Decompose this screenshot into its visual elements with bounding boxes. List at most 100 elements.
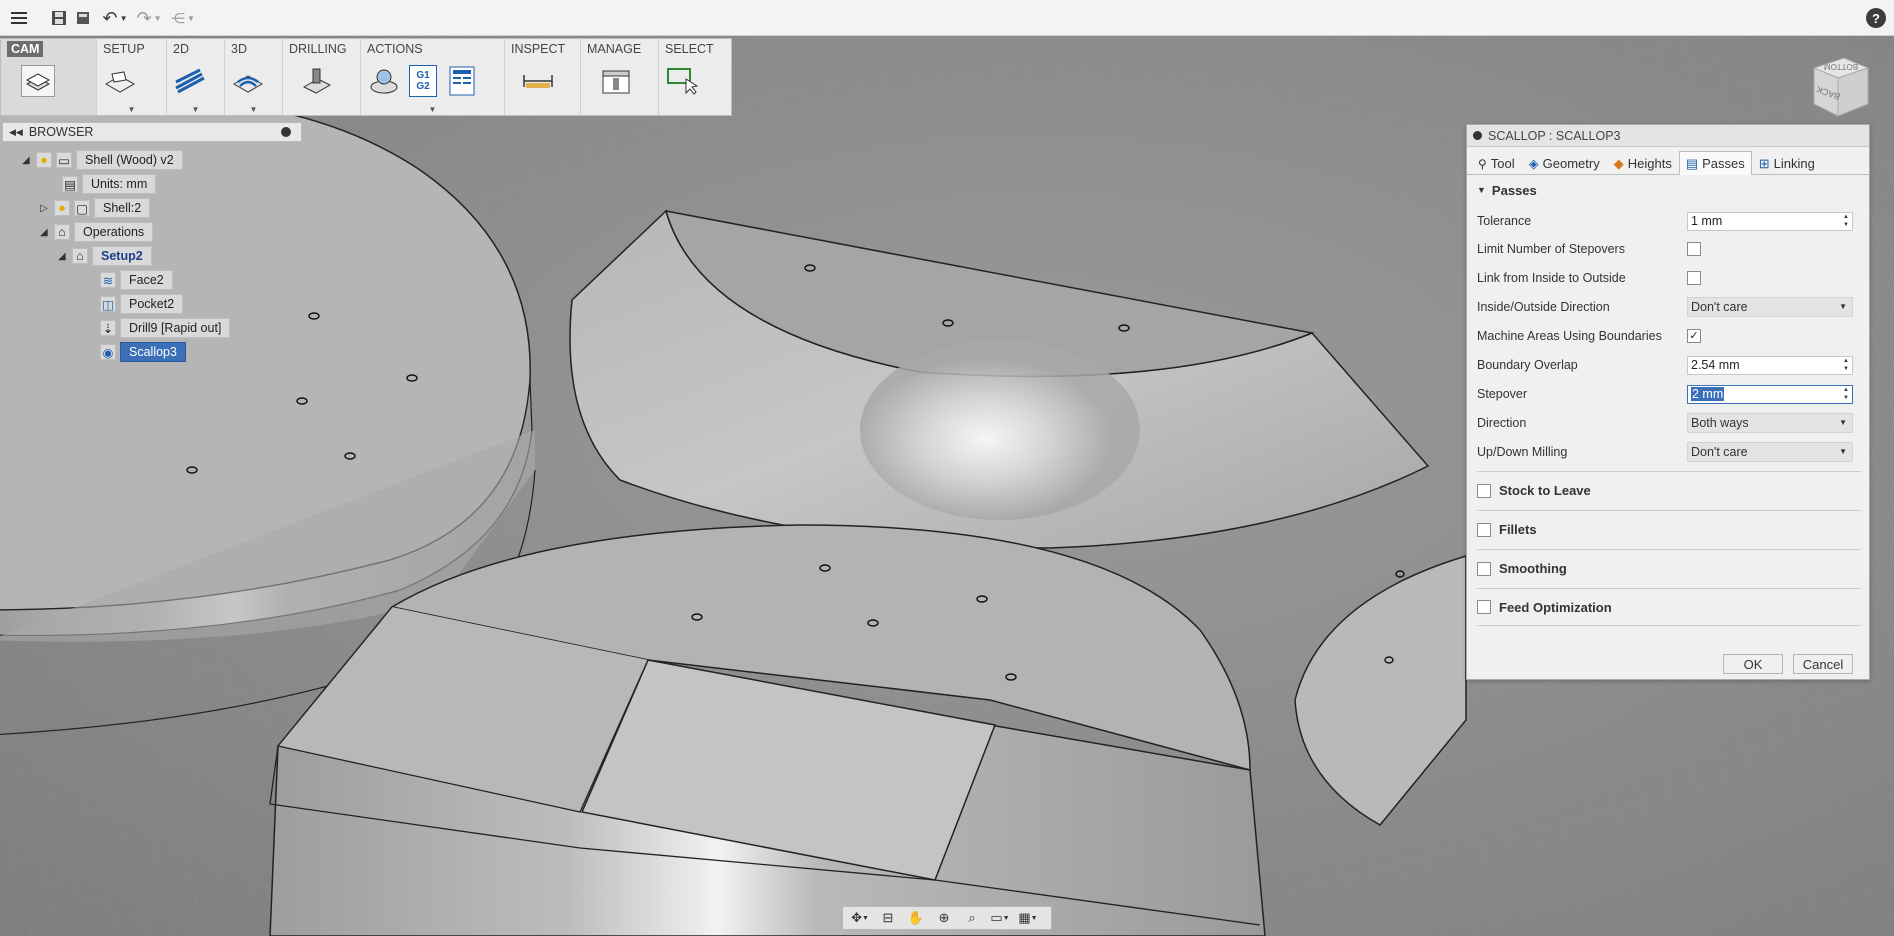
direction-select[interactable]: Both ways ▼ xyxy=(1687,413,1853,433)
stock-to-leave-group[interactable]: Stock to Leave xyxy=(1477,471,1861,509)
fillets-group[interactable]: Fillets xyxy=(1477,510,1861,548)
section-collapse-icon[interactable]: ▼ xyxy=(1477,185,1486,195)
actions-dropdown-icon[interactable]: ▼ xyxy=(429,105,437,114)
fit-icon[interactable]: ⌕ xyxy=(961,909,983,927)
workspace-switcher[interactable]: CAM xyxy=(1,39,97,115)
link-inside-outside-checkbox[interactable] xyxy=(1687,271,1701,285)
orbit-icon[interactable]: ✥ ▼ xyxy=(849,909,871,927)
save-icon[interactable] xyxy=(48,8,70,28)
stock-to-leave-checkbox[interactable] xyxy=(1477,483,1491,498)
lightbulb-icon[interactable]: ● xyxy=(36,152,52,168)
drilling-group[interactable]: DRILLING xyxy=(283,39,361,115)
stepover-input[interactable]: 2 mm ▲ ▼ xyxy=(1687,384,1853,404)
manage-group[interactable]: MANAGE xyxy=(581,39,659,115)
view-cube[interactable]: BOTTOM BACK xyxy=(1808,54,1870,120)
tree-item-setup2[interactable]: ◢ ⌂ Setup2 xyxy=(58,246,152,266)
tool-library-icon[interactable] xyxy=(599,65,633,97)
tree-item-units[interactable]: ▤ Units: mm xyxy=(62,174,157,194)
collapse-icon[interactable]: ◢ xyxy=(40,227,50,238)
tree-item-label: Operations xyxy=(74,222,154,242)
pocket-operation-icon: ◫ xyxy=(100,296,116,312)
smoothing-group[interactable]: Smoothing xyxy=(1477,549,1861,587)
cancel-button[interactable]: Cancel xyxy=(1793,654,1853,674)
tolerance-value: 1 mm xyxy=(1691,213,1723,228)
limit-stepovers-label: Limit Number of Stepovers xyxy=(1477,242,1625,256)
tree-item-face2[interactable]: ≋ Face2 xyxy=(100,270,173,290)
simulate-icon[interactable] xyxy=(367,65,401,97)
spinner-icon[interactable]: ▲ ▼ xyxy=(1841,213,1851,230)
select-group[interactable]: SELECT xyxy=(659,39,731,115)
inside-outside-direction-label: Inside/Outside Direction xyxy=(1477,300,1610,314)
tree-item-shell2[interactable]: ▷ ● ▢ Shell:2 xyxy=(40,198,151,218)
setup-group[interactable]: SETUP ▼ xyxy=(97,39,167,115)
new-setup-icon[interactable] xyxy=(103,65,137,97)
limit-stepovers-checkbox[interactable] xyxy=(1687,242,1701,256)
redo-icon[interactable]: ↷ ▼ xyxy=(134,8,164,28)
dialog-titlebar[interactable]: SCALLOP : SCALLOP3 xyxy=(1467,125,1869,147)
actions-group[interactable]: ACTIONS G1 G2 ▼ xyxy=(361,39,505,115)
tree-item-drill9[interactable]: ⇣ Drill9 [Rapid out] xyxy=(100,318,231,338)
undo-icon[interactable]: ↶ ▼ xyxy=(100,8,130,28)
display-settings-icon[interactable]: ▭ ▼ xyxy=(989,909,1011,927)
2d-adaptive-icon[interactable] xyxy=(173,65,207,97)
ok-button[interactable]: OK xyxy=(1723,654,1783,674)
tab-linking[interactable]: ⊞ Linking xyxy=(1752,151,1822,175)
select-value: Both ways xyxy=(1691,416,1749,430)
collapse-icon[interactable]: ◀◀ xyxy=(9,127,23,138)
tree-item-pocket2[interactable]: ◫ Pocket2 xyxy=(100,294,184,314)
tab-passes[interactable]: ▤ Passes xyxy=(1678,151,1752,175)
grid-settings-icon[interactable]: ▦ ▼ xyxy=(1017,909,1039,927)
3d-group[interactable]: 3D ▼ xyxy=(225,39,283,115)
3d-adaptive-icon[interactable] xyxy=(231,65,265,97)
lightbulb-icon[interactable]: ● xyxy=(54,200,70,216)
cam-workspace-icon[interactable] xyxy=(21,65,55,97)
setup-dropdown-icon[interactable]: ▼ xyxy=(128,105,136,114)
save-all-icon[interactable] xyxy=(74,8,92,28)
boundary-overlap-input[interactable]: 2.54 mm ▲ ▼ xyxy=(1687,355,1853,375)
select-icon[interactable] xyxy=(665,65,699,97)
tool-tab-icon: ⚲ xyxy=(1478,156,1487,171)
spinner-icon[interactable]: ▲ ▼ xyxy=(1841,357,1851,374)
machine-areas-checkbox[interactable]: ✓ xyxy=(1687,329,1701,343)
hamburger-icon[interactable] xyxy=(8,8,30,28)
pan-icon[interactable]: ✋ xyxy=(905,909,927,927)
fillets-checkbox[interactable] xyxy=(1477,522,1491,537)
updown-milling-select[interactable]: Don't care ▼ xyxy=(1687,442,1853,462)
dialog-collapse-icon[interactable] xyxy=(1473,131,1482,140)
tree-item-shell-wood[interactable]: ◢ ● ▭ Shell (Wood) v2 xyxy=(22,150,183,170)
tab-geometry[interactable]: ◈ Geometry xyxy=(1522,151,1607,175)
g1-label: G1 xyxy=(416,70,430,81)
smoothing-checkbox[interactable] xyxy=(1477,561,1491,576)
collapse-icon[interactable]: ◢ xyxy=(58,251,68,262)
zoom-icon[interactable]: ⊕ xyxy=(933,909,955,927)
2d-group[interactable]: 2D ▼ xyxy=(167,39,225,115)
tab-heights[interactable]: ◆ Heights xyxy=(1607,151,1679,175)
collapse-icon[interactable]: ◢ xyxy=(22,155,32,166)
expand-icon[interactable]: ▷ xyxy=(40,203,50,214)
setup-sheet-icon[interactable] xyxy=(445,65,479,97)
feed-optimization-checkbox[interactable] xyxy=(1477,600,1491,614)
inside-outside-direction-select[interactable]: Don't care ▼ xyxy=(1687,297,1853,317)
inspect-group[interactable]: INSPECT xyxy=(505,39,581,115)
select-value: Don't care xyxy=(1691,445,1748,459)
spinner-icon[interactable]: ▲ ▼ xyxy=(1841,386,1851,403)
browser-toggle-icon[interactable] xyxy=(281,127,291,137)
select-value: Don't care xyxy=(1691,300,1748,314)
tree-item-operations[interactable]: ◢ ⌂ Operations xyxy=(40,222,154,242)
2d-dropdown-icon[interactable]: ▼ xyxy=(192,105,200,114)
feed-optimization-group[interactable]: Feed Optimization xyxy=(1477,588,1861,626)
share-icon[interactable]: ⋲ ▼ xyxy=(168,8,198,28)
tolerance-input[interactable]: 1 mm ▲ ▼ xyxy=(1687,211,1853,231)
drill-icon[interactable] xyxy=(299,65,333,97)
help-icon[interactable]: ? xyxy=(1866,8,1886,28)
passes-section-header[interactable]: ▼ Passes xyxy=(1467,175,1869,205)
dialog-tabs: ⚲ Tool ◈ Geometry ◆ Heights ▤ Passes ⊞ L… xyxy=(1467,151,1869,175)
tab-tool[interactable]: ⚲ Tool xyxy=(1471,151,1522,175)
tree-item-scallop3[interactable]: ◉ Scallop3 xyxy=(100,342,186,362)
browser-panel-header[interactable]: ◀◀ BROWSER xyxy=(2,122,302,142)
look-at-icon[interactable]: ⊟ xyxy=(877,909,899,927)
measure-icon[interactable] xyxy=(521,65,555,97)
tree-item-label: Shell:2 xyxy=(94,198,151,218)
post-process-icon[interactable]: G1 G2 xyxy=(409,65,437,97)
3d-dropdown-icon[interactable]: ▼ xyxy=(250,105,258,114)
